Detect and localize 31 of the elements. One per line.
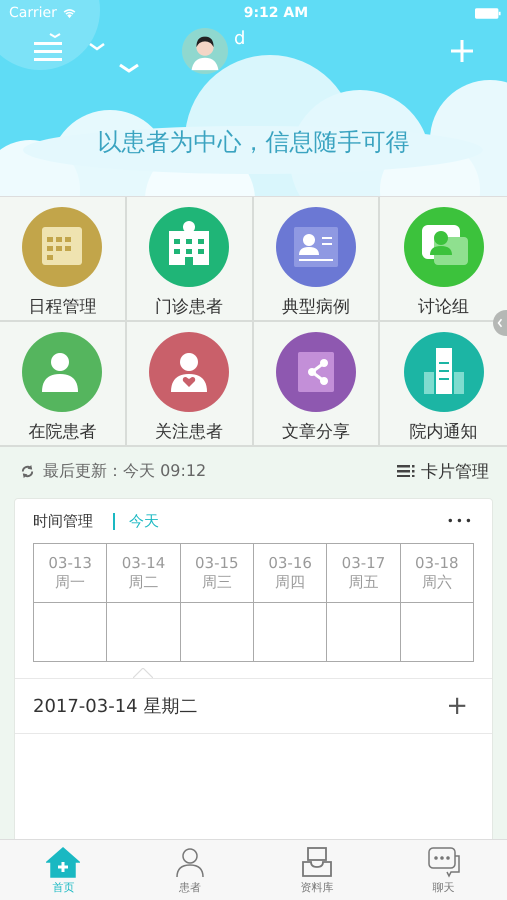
card-title: 时间管理 bbox=[33, 512, 93, 530]
tab[interactable]: 资料库 bbox=[254, 840, 380, 900]
list-icon bbox=[397, 465, 415, 477]
shortcut-tile[interactable]: 典型病例 bbox=[254, 197, 380, 322]
user-name: d bbox=[234, 28, 246, 49]
shortcut-tile[interactable]: 院内通知 bbox=[380, 322, 507, 447]
shortcut-tile[interactable]: 关注患者 bbox=[126, 322, 254, 447]
shortcut-tile[interactable]: 在院患者 bbox=[0, 322, 127, 447]
tab[interactable]: 患者 bbox=[126, 840, 254, 900]
last-update-text: 最后更新：今天 09:12 bbox=[43, 460, 206, 482]
chevron-icon bbox=[497, 318, 503, 328]
shortcut-tile[interactable]: 门诊患者 bbox=[126, 197, 254, 322]
card-manage-button[interactable]: 卡片管理 bbox=[397, 460, 489, 482]
chat-icon bbox=[426, 846, 461, 878]
tab[interactable]: 聊天 bbox=[380, 840, 507, 900]
refresh-icon[interactable] bbox=[20, 464, 35, 478]
slogan: 以患者为中心，信息随手可得 bbox=[96, 127, 410, 158]
wifi-icon bbox=[62, 8, 77, 18]
add-button[interactable]: + bbox=[446, 693, 468, 719]
avatar[interactable] bbox=[182, 28, 228, 74]
home-icon bbox=[46, 846, 80, 878]
more-button[interactable]: ••• bbox=[446, 514, 474, 528]
carrier-label: Carrier bbox=[9, 5, 57, 21]
selected-date: 2017-03-14 星期二 bbox=[33, 695, 198, 718]
status-time: 9:12 AM bbox=[244, 5, 308, 21]
tray-icon bbox=[300, 846, 334, 878]
shortcut-tile[interactable]: 文章分享 bbox=[254, 322, 380, 447]
add-icon[interactable] bbox=[451, 40, 473, 62]
menu-icon[interactable] bbox=[34, 41, 62, 61]
shortcut-tile[interactable]: 日程管理 bbox=[0, 197, 127, 322]
shortcut-tile[interactable]: 讨论组 bbox=[380, 197, 507, 322]
